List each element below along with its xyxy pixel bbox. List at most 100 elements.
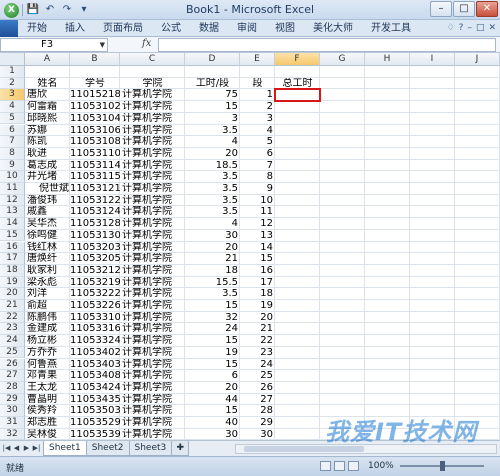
table-cell[interactable]: 23 bbox=[240, 347, 275, 359]
row-header[interactable]: 12 bbox=[0, 194, 25, 207]
table-cell[interactable]: 40 bbox=[185, 417, 240, 429]
zoom-level[interactable]: 100% bbox=[368, 461, 394, 471]
table-cell[interactable]: 吴林俊 bbox=[27, 429, 72, 440]
row-header[interactable]: 20 bbox=[0, 288, 25, 300]
table-cell[interactable]: 30 bbox=[185, 230, 240, 242]
column-header-g[interactable]: G bbox=[320, 53, 365, 66]
row-header[interactable]: 22 bbox=[0, 311, 25, 324]
table-cell[interactable]: 11 bbox=[240, 206, 275, 218]
table-cell[interactable]: 吴华杰 bbox=[27, 218, 72, 230]
ribbon-tab[interactable]: 视图 bbox=[266, 20, 304, 37]
table-cell[interactable]: 11053128 bbox=[70, 218, 120, 230]
table-cell[interactable]: 24 bbox=[185, 323, 240, 335]
ribbon-tab[interactable]: 开始 bbox=[18, 20, 56, 37]
table-cell[interactable]: 11053403 bbox=[70, 359, 120, 371]
table-cell[interactable]: 3 bbox=[240, 113, 275, 125]
column-header-d[interactable]: D bbox=[185, 53, 240, 66]
table-cell[interactable]: 11053102 bbox=[70, 101, 120, 113]
table-cell[interactable]: 11053219 bbox=[70, 277, 120, 289]
table-cell[interactable]: 20 bbox=[185, 148, 240, 160]
table-cell[interactable]: 11053424 bbox=[70, 382, 120, 394]
ribbon-tab[interactable]: 数据 bbox=[190, 20, 228, 37]
table-cell[interactable]: 11053529 bbox=[70, 417, 120, 429]
row-header[interactable]: 5 bbox=[0, 112, 25, 125]
table-cell[interactable]: 32 bbox=[185, 312, 240, 324]
table-cell[interactable]: 18.5 bbox=[185, 160, 240, 172]
row-header[interactable]: 23 bbox=[0, 323, 25, 336]
file-button[interactable] bbox=[0, 19, 18, 37]
table-cell[interactable]: 11053408 bbox=[70, 370, 120, 382]
zoom-slider[interactable] bbox=[400, 461, 484, 471]
table-cell[interactable]: 计算机学院 bbox=[122, 405, 187, 417]
column-header-b[interactable]: B bbox=[70, 53, 120, 66]
table-cell[interactable]: 11053130 bbox=[70, 230, 120, 242]
table-cell[interactable]: 30 bbox=[240, 429, 275, 440]
table-cell[interactable]: 11053110 bbox=[70, 148, 120, 160]
header-cell[interactable]: 学院 bbox=[120, 78, 185, 90]
table-cell[interactable]: 19 bbox=[185, 347, 240, 359]
row-header[interactable]: 26 bbox=[0, 358, 25, 371]
sheet-tab-sheet2[interactable]: Sheet2 bbox=[85, 441, 130, 456]
ribbon-tab[interactable]: 审阅 bbox=[228, 20, 266, 37]
table-cell[interactable]: 11053205 bbox=[70, 253, 120, 265]
table-cell[interactable]: 4 bbox=[240, 125, 275, 137]
table-cell[interactable]: 15 bbox=[185, 335, 240, 347]
row-header[interactable]: 14 bbox=[0, 218, 25, 230]
table-cell[interactable]: 11053124 bbox=[70, 206, 120, 218]
first-sheet-icon[interactable]: |◀ bbox=[2, 443, 11, 454]
row-header[interactable]: 6 bbox=[0, 124, 25, 137]
table-cell[interactable]: 何鲁燕 bbox=[27, 359, 72, 371]
last-sheet-icon[interactable]: ▶| bbox=[32, 443, 41, 454]
table-cell[interactable]: 3.5 bbox=[185, 288, 240, 300]
table-cell[interactable]: 11053115 bbox=[70, 171, 120, 183]
table-cell[interactable]: 3.5 bbox=[185, 183, 240, 195]
table-cell[interactable]: 方乔乔 bbox=[27, 347, 72, 359]
column-header-c[interactable]: C bbox=[120, 53, 185, 66]
table-cell[interactable]: 计算机学院 bbox=[122, 101, 187, 113]
table-cell[interactable]: 11053104 bbox=[70, 113, 120, 125]
table-cell[interactable]: 金建成 bbox=[27, 323, 72, 335]
table-cell[interactable]: 3.5 bbox=[185, 171, 240, 183]
header-cell[interactable]: 学号 bbox=[70, 78, 120, 90]
table-cell[interactable]: 26 bbox=[240, 382, 275, 394]
table-cell[interactable]: 计算机学院 bbox=[122, 335, 187, 347]
table-cell[interactable]: 10 bbox=[240, 195, 275, 207]
table-cell[interactable]: 30 bbox=[185, 429, 240, 440]
table-cell[interactable]: 计算机学院 bbox=[122, 206, 187, 218]
table-cell[interactable]: 计算机学院 bbox=[122, 160, 187, 172]
new-sheet-icon[interactable]: ✚ bbox=[171, 441, 190, 456]
table-cell[interactable]: 耿家利 bbox=[27, 265, 72, 277]
table-cell[interactable]: 75 bbox=[185, 89, 240, 101]
table-cell[interactable]: 计算机学院 bbox=[122, 253, 187, 265]
table-cell[interactable]: 11053402 bbox=[70, 347, 120, 359]
table-cell[interactable]: 8 bbox=[240, 171, 275, 183]
table-cell[interactable]: 18 bbox=[185, 265, 240, 277]
row-header[interactable]: 4 bbox=[0, 101, 25, 113]
table-cell[interactable]: 苏娜 bbox=[27, 125, 72, 137]
table-cell[interactable]: 郑志胜 bbox=[27, 417, 72, 429]
table-cell[interactable]: 24 bbox=[240, 359, 275, 371]
table-cell[interactable]: 15 bbox=[240, 253, 275, 265]
table-cell[interactable]: 计算机学院 bbox=[122, 347, 187, 359]
table-cell[interactable]: 2 bbox=[240, 101, 275, 113]
select-all-corner[interactable] bbox=[0, 53, 25, 66]
table-cell[interactable]: 21 bbox=[240, 323, 275, 335]
sheet-tab-sheet1[interactable]: Sheet1 bbox=[43, 441, 87, 456]
table-cell[interactable]: 13 bbox=[240, 230, 275, 242]
table-cell[interactable]: 钱红林 bbox=[27, 242, 72, 254]
page-layout-view-icon[interactable] bbox=[334, 461, 345, 471]
table-cell[interactable]: 计算机学院 bbox=[122, 195, 187, 207]
table-cell[interactable]: 井光堵 bbox=[27, 171, 72, 183]
table-cell[interactable]: 5 bbox=[240, 136, 275, 148]
ribbon-restore-icon[interactable]: □ bbox=[476, 23, 485, 33]
table-cell[interactable]: 25 bbox=[240, 370, 275, 382]
fx-icon[interactable]: fx bbox=[142, 38, 151, 49]
table-cell[interactable]: 22 bbox=[240, 335, 275, 347]
table-cell[interactable]: 16 bbox=[240, 265, 275, 277]
formula-input[interactable] bbox=[158, 38, 496, 52]
normal-view-icon[interactable] bbox=[320, 461, 331, 471]
column-header-a[interactable]: A bbox=[25, 53, 70, 66]
column-header-e[interactable]: E bbox=[240, 53, 275, 66]
table-cell[interactable]: 计算机学院 bbox=[122, 277, 187, 289]
row-header[interactable]: 19 bbox=[0, 276, 25, 289]
